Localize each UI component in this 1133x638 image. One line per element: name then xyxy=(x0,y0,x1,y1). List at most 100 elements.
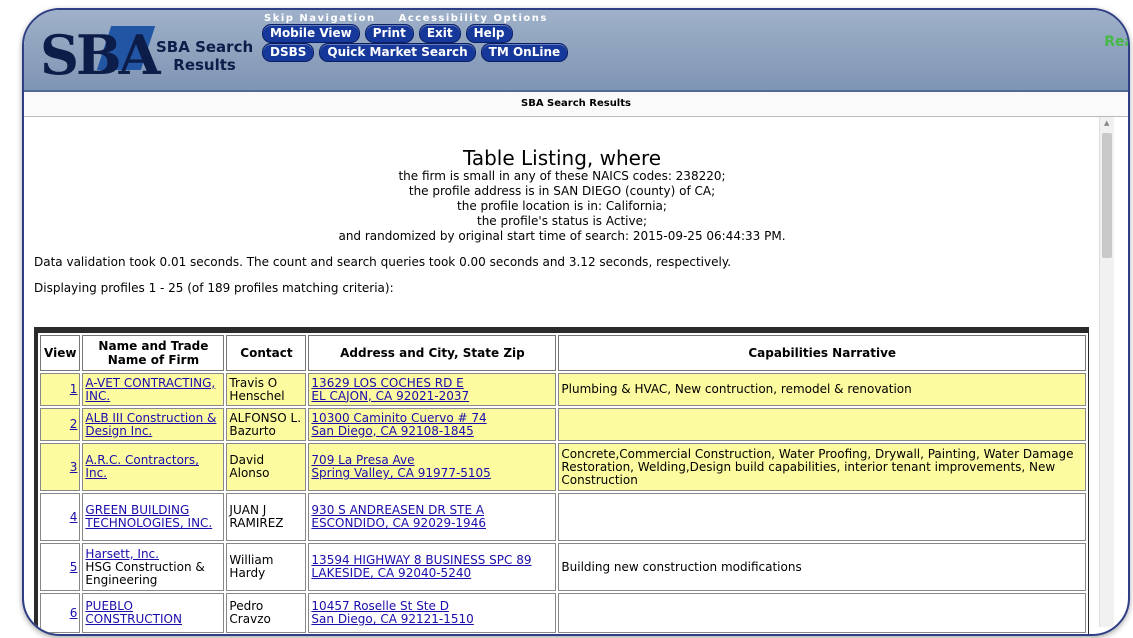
table-row: 6 PUEBLO CONSTRUCTION Pedro Cravzo 10457… xyxy=(40,593,1086,633)
view-link[interactable]: 2 xyxy=(70,417,78,431)
table-row: 3 A.R.C. Contractors, Inc. David Alonso … xyxy=(40,443,1086,491)
narrative-cell: Building new construction modifications xyxy=(558,543,1086,591)
table-row: 2 ALB III Construction & Design Inc. ALF… xyxy=(40,408,1086,441)
address-line1-link[interactable]: 709 La Presa Ave xyxy=(311,453,414,467)
contact-cell: ALFONSO L. Bazurto xyxy=(226,408,307,441)
view-link[interactable]: 4 xyxy=(70,510,78,524)
address-line2-link[interactable]: San Diego, CA 92108-1845 xyxy=(311,424,473,438)
mobile-view-button[interactable]: Mobile View xyxy=(262,24,360,43)
page-title: SBA Search Results xyxy=(156,38,253,74)
address-line2-link[interactable]: San Diego, CA 92121-1510 xyxy=(311,612,473,626)
narrative-cell xyxy=(558,593,1086,633)
narrative-cell: Plumbing & HVAC, New contruction, remode… xyxy=(558,373,1086,406)
accessibility-options-link[interactable]: Accessibility Options xyxy=(399,13,548,24)
address-cell: 930 S ANDREASEN DR STE A ESCONDIDO, CA 92… xyxy=(308,493,557,541)
contact-cell: JUAN J RAMIREZ xyxy=(226,493,307,541)
quick-market-search-button[interactable]: Quick Market Search xyxy=(319,43,476,62)
address-line1-link[interactable]: 930 S ANDREASEN DR STE A xyxy=(311,503,484,517)
table-header-row: View Name and Trade Name of Firm Contact… xyxy=(40,335,1086,371)
criteria-line: the profile location is in: California; xyxy=(457,199,667,213)
contact-cell: David Alonso xyxy=(226,443,307,491)
address-line2-link[interactable]: LAKESIDE, CA 92040-5240 xyxy=(311,566,471,580)
view-link[interactable]: 1 xyxy=(70,382,78,396)
firm-name-link[interactable]: ALB III Construction & Design Inc. xyxy=(85,411,216,438)
address-line1-link[interactable]: 10300 Caminito Cuervo # 74 xyxy=(311,411,486,425)
view-cell: 3 xyxy=(40,443,81,491)
displaying-count-text: Displaying profiles 1 - 25 (of 189 profi… xyxy=(34,281,394,295)
tm-online-button[interactable]: TM OnLine xyxy=(480,43,569,62)
address-line2-link[interactable]: EL CAJON, CA 92021-2037 xyxy=(311,389,469,403)
table-row: 4 GREEN BUILDING TECHNOLOGIES, INC. JUAN… xyxy=(40,493,1086,541)
site-banner: SBA SBA Search Results Skip Navigation A… xyxy=(24,10,1128,92)
firm-name-link[interactable]: A.R.C. Contractors, Inc. xyxy=(85,453,199,480)
skip-navigation-link[interactable]: Skip Navigation xyxy=(264,13,376,24)
skip-links: Skip Navigation Accessibility Options xyxy=(264,13,566,24)
table-row: 1 A-VET CONTRACTING, INC. Travis O Hensc… xyxy=(40,373,1086,406)
trade-name-text: HSG Construction & Engineering xyxy=(85,559,205,587)
col-header-name: Name and Trade Name of Firm xyxy=(82,335,225,371)
address-line1-link[interactable]: 13629 LOS COCHES RD E xyxy=(311,376,463,390)
firm-name-cell: ALB III Construction & Design Inc. xyxy=(82,408,225,441)
address-cell: 709 La Presa Ave Spring Valley, CA 91977-… xyxy=(308,443,557,491)
criteria-line: and randomized by original start time of… xyxy=(338,229,786,243)
narrative-cell: Concrete,Commercial Construction, Water … xyxy=(558,443,1086,491)
address-cell: 10300 Caminito Cuervo # 74 San Diego, CA … xyxy=(308,408,557,441)
firm-name-link[interactable]: GREEN BUILDING TECHNOLOGIES, INC. xyxy=(85,503,212,530)
col-header-narrative: Capabilities Narrative xyxy=(558,335,1086,371)
contact-cell: William Hardy xyxy=(226,543,307,591)
criteria-line: the firm is small in any of these NAICS … xyxy=(398,169,726,183)
criteria-line: the profile address is in SAN DIEGO (cou… xyxy=(408,184,716,198)
address-line2-link[interactable]: ESCONDIDO, CA 92029-1946 xyxy=(311,516,486,530)
firm-name-cell: PUEBLO CONSTRUCTION xyxy=(82,593,225,633)
scroll-up-arrow-icon[interactable]: ▲ xyxy=(1104,119,1109,127)
main-content: Table Listing, where the firm is small i… xyxy=(24,117,1090,634)
table-row: 5 Harsett, Inc. HSG Construction & Engine… xyxy=(40,543,1086,591)
col-header-view: View xyxy=(40,335,81,371)
contact-cell: Travis O Henschel xyxy=(226,373,307,406)
narrative-cell xyxy=(558,408,1086,441)
results-table: View Name and Trade Name of Firm Contact… xyxy=(38,333,1088,634)
address-line1-link[interactable]: 13594 HIGHWAY 8 BUSINESS SPC 89 xyxy=(311,553,531,567)
address-line2-link[interactable]: Spring Valley, CA 91977-5105 xyxy=(311,466,490,480)
help-button[interactable]: Help xyxy=(465,24,513,43)
criteria-line: the profile's status is Active; xyxy=(476,214,648,228)
vertical-scrollbar[interactable]: ▲ xyxy=(1099,117,1114,627)
view-cell: 1 xyxy=(40,373,81,406)
page-title-line2: Results xyxy=(173,56,236,74)
contact-cell: Pedro Cravzo xyxy=(226,593,307,633)
exit-button[interactable]: Exit xyxy=(418,24,461,43)
firm-name-cell: A.R.C. Contractors, Inc. xyxy=(82,443,225,491)
col-header-contact: Contact xyxy=(226,335,307,371)
view-link[interactable]: 3 xyxy=(70,460,78,474)
firm-name-link[interactable]: Harsett, Inc. xyxy=(85,547,159,561)
firm-name-link[interactable]: PUEBLO CONSTRUCTION xyxy=(85,599,182,626)
search-criteria: the firm is small in any of these NAICS … xyxy=(34,169,1090,244)
listing-heading: Table Listing, where xyxy=(462,146,662,170)
view-cell: 5 xyxy=(40,543,81,591)
print-button[interactable]: Print xyxy=(364,24,414,43)
view-link[interactable]: 5 xyxy=(70,560,78,574)
validation-timing-text: Data validation took 0.01 seconds. The c… xyxy=(34,255,732,269)
scrollbar-thumb[interactable] xyxy=(1102,133,1112,258)
view-cell: 2 xyxy=(40,408,81,441)
firm-name-cell: A-VET CONTRACTING, INC. xyxy=(82,373,225,406)
results-table-container: View Name and Trade Name of Firm Contact… xyxy=(34,327,1089,634)
nav-buttons-row1: Mobile View Print Exit Help xyxy=(262,24,513,43)
view-link[interactable]: 6 xyxy=(70,606,78,620)
firm-name-link[interactable]: A-VET CONTRACTING, INC. xyxy=(85,376,215,403)
view-cell: 4 xyxy=(40,493,81,541)
browser-frame: SBA SBA Search Results Skip Navigation A… xyxy=(22,8,1130,636)
dsbs-button[interactable]: DSBS xyxy=(262,43,315,62)
col-header-address: Address and City, State Zip xyxy=(308,335,557,371)
narrative-cell xyxy=(558,493,1086,541)
sba-logo[interactable]: SBA xyxy=(40,28,161,82)
address-cell: 13629 LOS COCHES RD E EL CAJON, CA 92021-… xyxy=(308,373,557,406)
page-subtitle: SBA Search Results xyxy=(24,92,1128,117)
page-title-line1: SBA Search xyxy=(156,38,254,56)
address-cell: 13594 HIGHWAY 8 BUSINESS SPC 89 LAKESIDE,… xyxy=(308,543,557,591)
address-line1-link[interactable]: 10457 Roselle St Ste D xyxy=(311,599,449,613)
nav-buttons-row2: DSBS Quick Market Search TM OnLine xyxy=(262,43,569,62)
status-text: Rea xyxy=(1104,34,1128,50)
view-cell: 6 xyxy=(40,593,81,633)
firm-name-cell: GREEN BUILDING TECHNOLOGIES, INC. xyxy=(82,493,225,541)
